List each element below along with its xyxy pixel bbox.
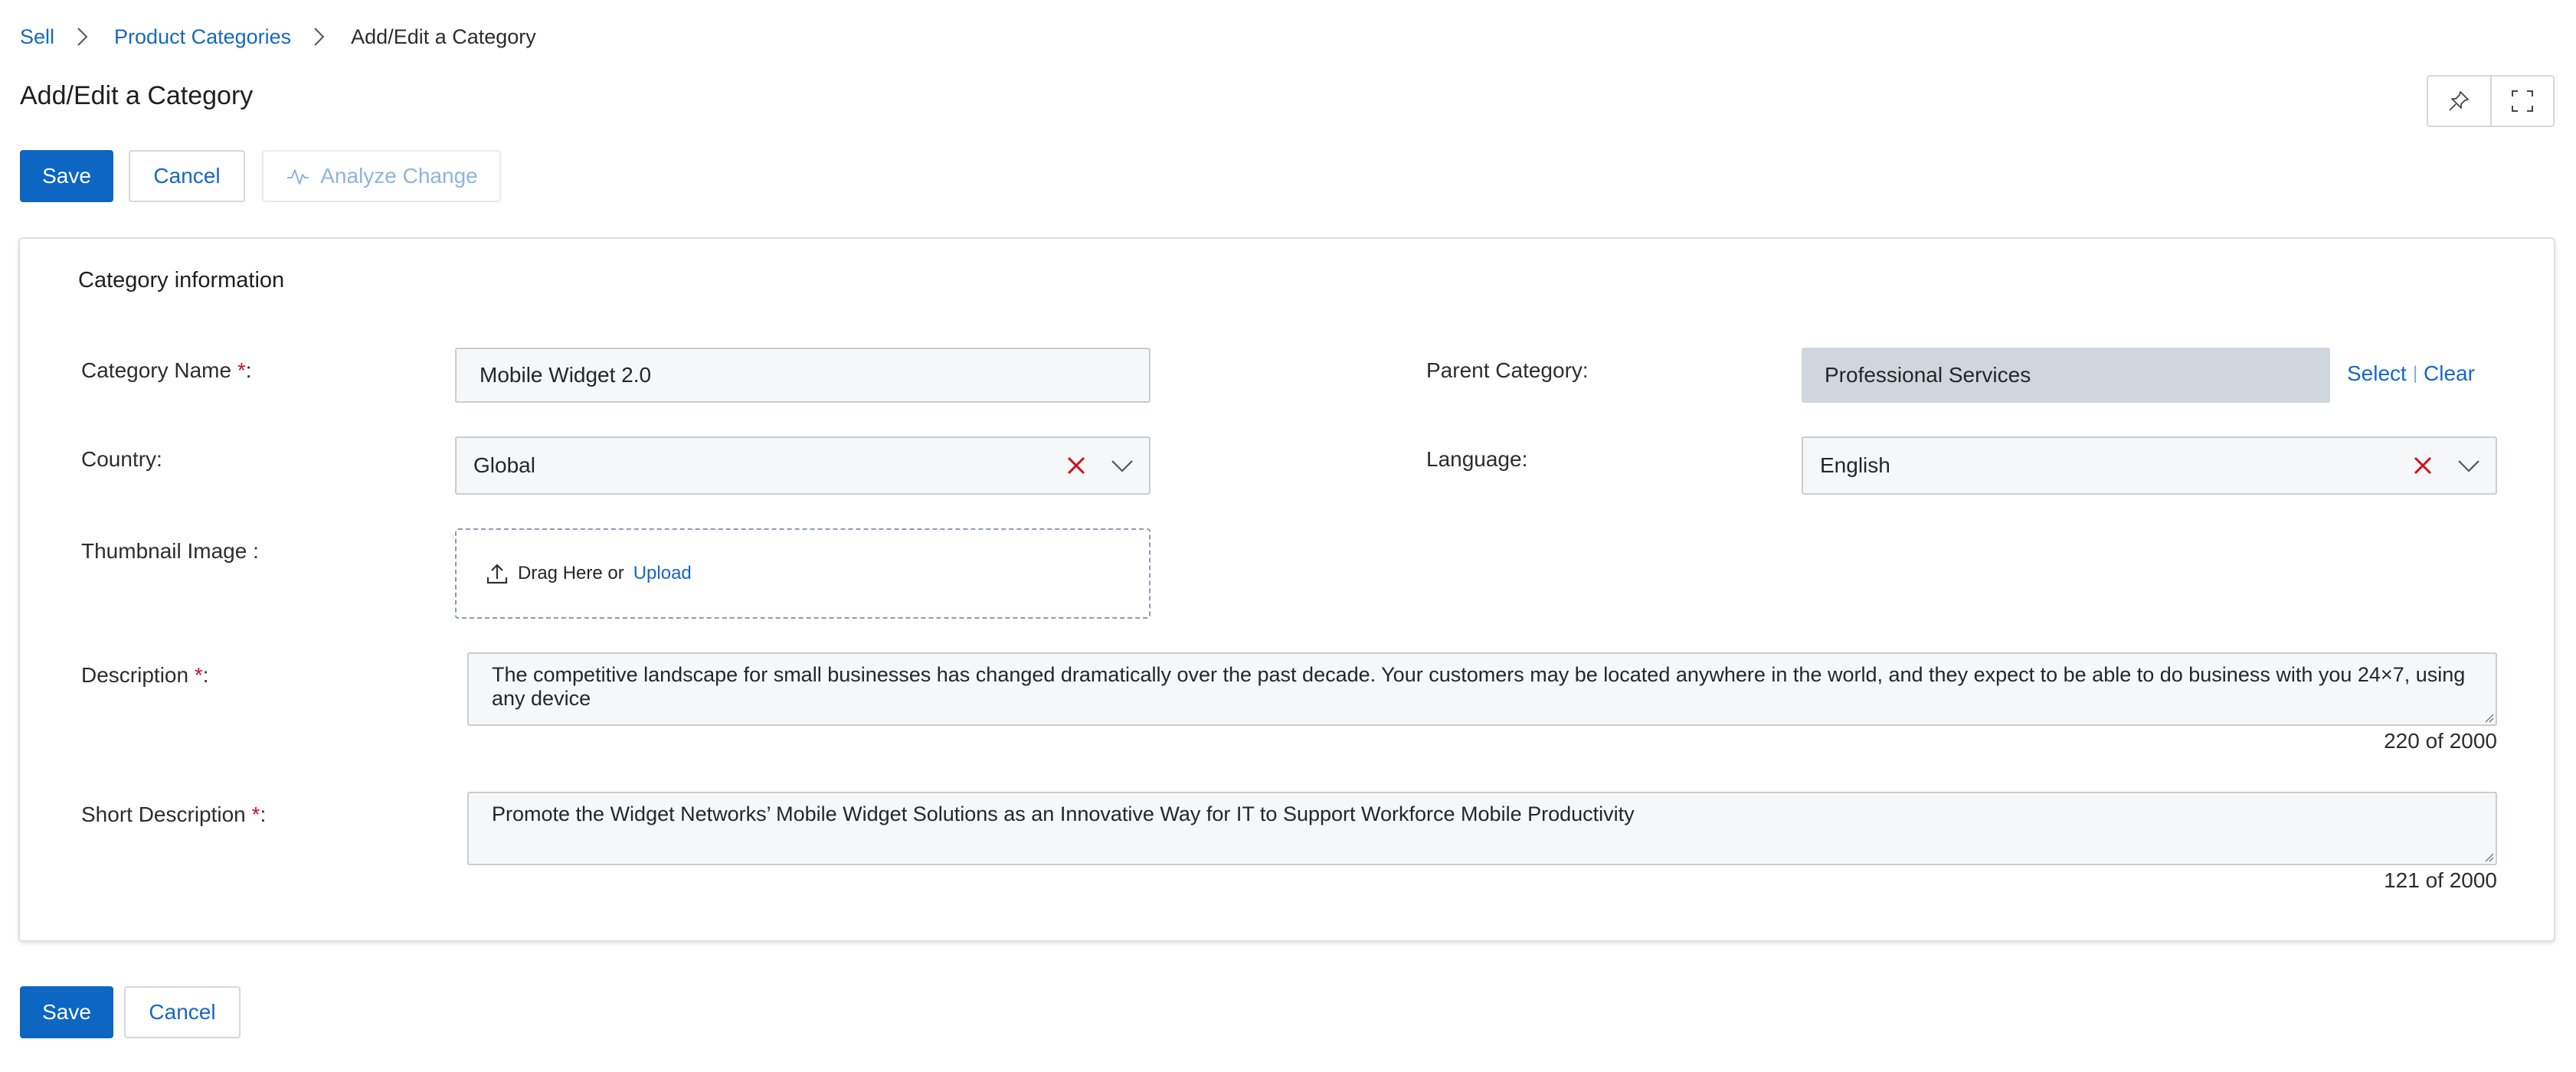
drag-here-text: Drag Here or xyxy=(518,563,624,583)
country-select[interactable]: Global xyxy=(455,436,1151,495)
parent-category-clear-link[interactable]: Clear xyxy=(2424,361,2475,386)
short-description-value: Promote the Widget Networks’ Mobile Widg… xyxy=(492,802,1635,825)
description-label-text: Description xyxy=(81,663,189,687)
resize-grip-icon[interactable] xyxy=(2483,851,2494,862)
description-label: Description *: xyxy=(81,663,209,688)
language-value: English xyxy=(1820,453,1890,477)
description-char-counter: 220 of 2000 xyxy=(2384,729,2497,753)
footer-cancel-button[interactable]: Cancel xyxy=(124,986,241,1038)
short-description-char-counter: 121 of 2000 xyxy=(2384,868,2497,892)
pin-button[interactable] xyxy=(2428,77,2490,126)
short-description-label-text: Short Description xyxy=(81,802,246,826)
breadcrumb-current: Add/Edit a Category xyxy=(351,25,536,48)
language-label: Language: xyxy=(1426,447,1528,471)
fullscreen-button[interactable] xyxy=(2489,77,2554,126)
language-select[interactable]: English xyxy=(1802,436,2497,495)
save-button[interactable]: Save xyxy=(20,150,113,202)
category-name-label: Category Name *: xyxy=(81,358,252,383)
country-value: Global xyxy=(473,453,535,477)
description-value: The competitive landscape for small busi… xyxy=(492,663,2466,710)
required-marker: * xyxy=(251,802,260,826)
parent-category-select-link[interactable]: Select xyxy=(2347,361,2407,386)
footer-save-button[interactable]: Save xyxy=(20,986,113,1038)
breadcrumb-link-sell[interactable]: Sell xyxy=(20,25,54,49)
country-label: Country: xyxy=(81,447,162,471)
thumbnail-image-label: Thumbnail Image : xyxy=(81,539,259,563)
thumbnail-dropzone[interactable]: Drag Here or Upload xyxy=(455,528,1151,619)
breadcrumb: Sell Product Categories Add/Edit a Categ… xyxy=(20,23,536,51)
fullscreen-icon xyxy=(2511,90,2533,112)
page-title: Add/Edit a Category xyxy=(20,81,254,110)
clear-icon[interactable] xyxy=(1065,454,1088,477)
short-description-label: Short Description *: xyxy=(81,802,266,827)
chevron-down-icon[interactable] xyxy=(1109,453,1135,479)
resize-grip-icon[interactable] xyxy=(2483,712,2494,723)
category-name-input[interactable]: Mobile Widget 2.0 xyxy=(455,348,1151,403)
breadcrumb-link-product-categories[interactable]: Product Categories xyxy=(114,25,291,49)
chevron-right-icon xyxy=(76,26,91,47)
pin-icon xyxy=(2449,91,2470,111)
required-marker: * xyxy=(237,358,246,382)
parent-category-field: Professional Services xyxy=(1802,348,2330,403)
page-tools xyxy=(2427,75,2555,127)
upload-link[interactable]: Upload xyxy=(633,563,692,584)
chevron-right-icon xyxy=(313,26,328,47)
short-description-textarea[interactable]: Promote the Widget Networks’ Mobile Widg… xyxy=(467,792,2497,865)
category-information-card: Category information Category Name *: Mo… xyxy=(18,237,2555,942)
upload-icon xyxy=(486,564,508,584)
chevron-down-icon[interactable] xyxy=(2456,453,2482,479)
activity-icon xyxy=(287,169,309,185)
parent-category-label: Parent Category: xyxy=(1426,358,1589,382)
analyze-change-label: Analyze Change xyxy=(320,164,478,188)
required-marker: * xyxy=(194,663,203,687)
clear-icon[interactable] xyxy=(2411,454,2434,477)
section-title: Category information xyxy=(78,268,285,293)
label-suffix: : xyxy=(202,663,209,687)
cancel-button[interactable]: Cancel xyxy=(129,150,245,202)
label-suffix: : xyxy=(260,802,267,826)
parent-category-value: Professional Services xyxy=(1825,363,2031,387)
link-separator: | xyxy=(2413,363,2418,384)
category-name-label-text: Category Name xyxy=(81,358,232,382)
category-name-value: Mobile Widget 2.0 xyxy=(480,363,652,387)
description-textarea[interactable]: The competitive landscape for small busi… xyxy=(467,652,2497,726)
label-suffix: : xyxy=(245,358,252,382)
analyze-change-button[interactable]: Analyze Change xyxy=(262,150,501,202)
